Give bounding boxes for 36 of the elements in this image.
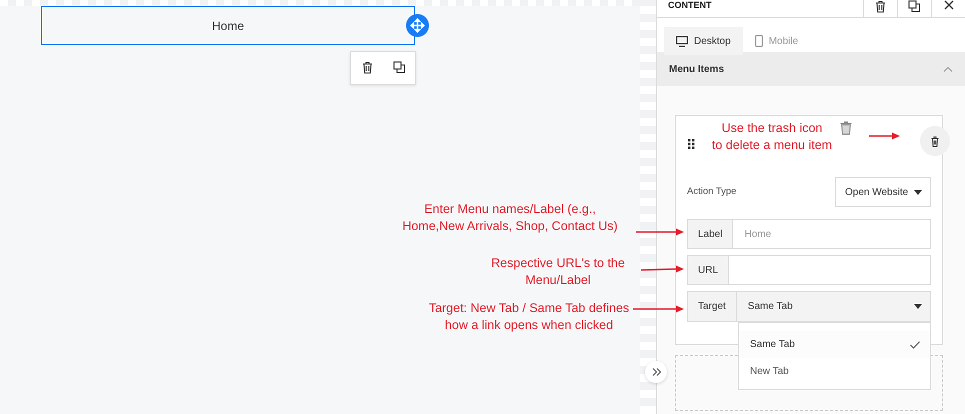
field-label: Label [687,219,734,249]
device-tab[interactable]: Desktop [664,27,743,55]
annotation-text: Target: New Tab / Same Tab defines how a link opens when clicked [428,300,630,334]
arrow [633,306,684,312]
arrow [869,132,900,140]
field-label: Action Type [687,185,736,199]
section-header[interactable]: Menu Items [657,52,965,86]
caret-down-icon [914,190,922,194]
arrow [640,266,684,272]
caret-down-icon [914,304,922,309]
trash-icon [930,136,940,146]
text-field[interactable] [729,255,931,285]
trash-icon [874,0,887,13]
text-field[interactable]: Home [733,219,931,249]
desktop-icon [676,36,688,46]
move-handle[interactable] [406,14,429,37]
field-label: URL [687,255,730,285]
annotation-text: Respective URL's to the Menu/Label [490,255,626,289]
trash-icon [360,61,374,74]
trash-icon [840,121,852,135]
double-chevron-icon [652,368,660,376]
drag-handle-icon[interactable] [688,139,695,149]
delete-item-button[interactable] [920,126,950,156]
menu-item-preview[interactable]: Home [41,6,415,45]
target-dropdown[interactable]: Same Tab [736,291,931,322]
copy-icon [392,61,406,74]
annotation-text: Enter Menu names/Label (e.g., Home,New Arrivals, Shop, Contact Us) [401,201,619,235]
field-label: Target [687,291,737,322]
check-icon [910,340,920,348]
phone-icon [754,35,763,47]
action-type-dropdown[interactable]: Open Website [835,177,931,207]
close-icon [944,0,954,10]
copy-icon [908,0,921,13]
panel-title: CONTENT [668,0,712,10]
annotation-text: Use the trash icon to delete a menu item [710,120,834,154]
arrow [636,228,684,236]
